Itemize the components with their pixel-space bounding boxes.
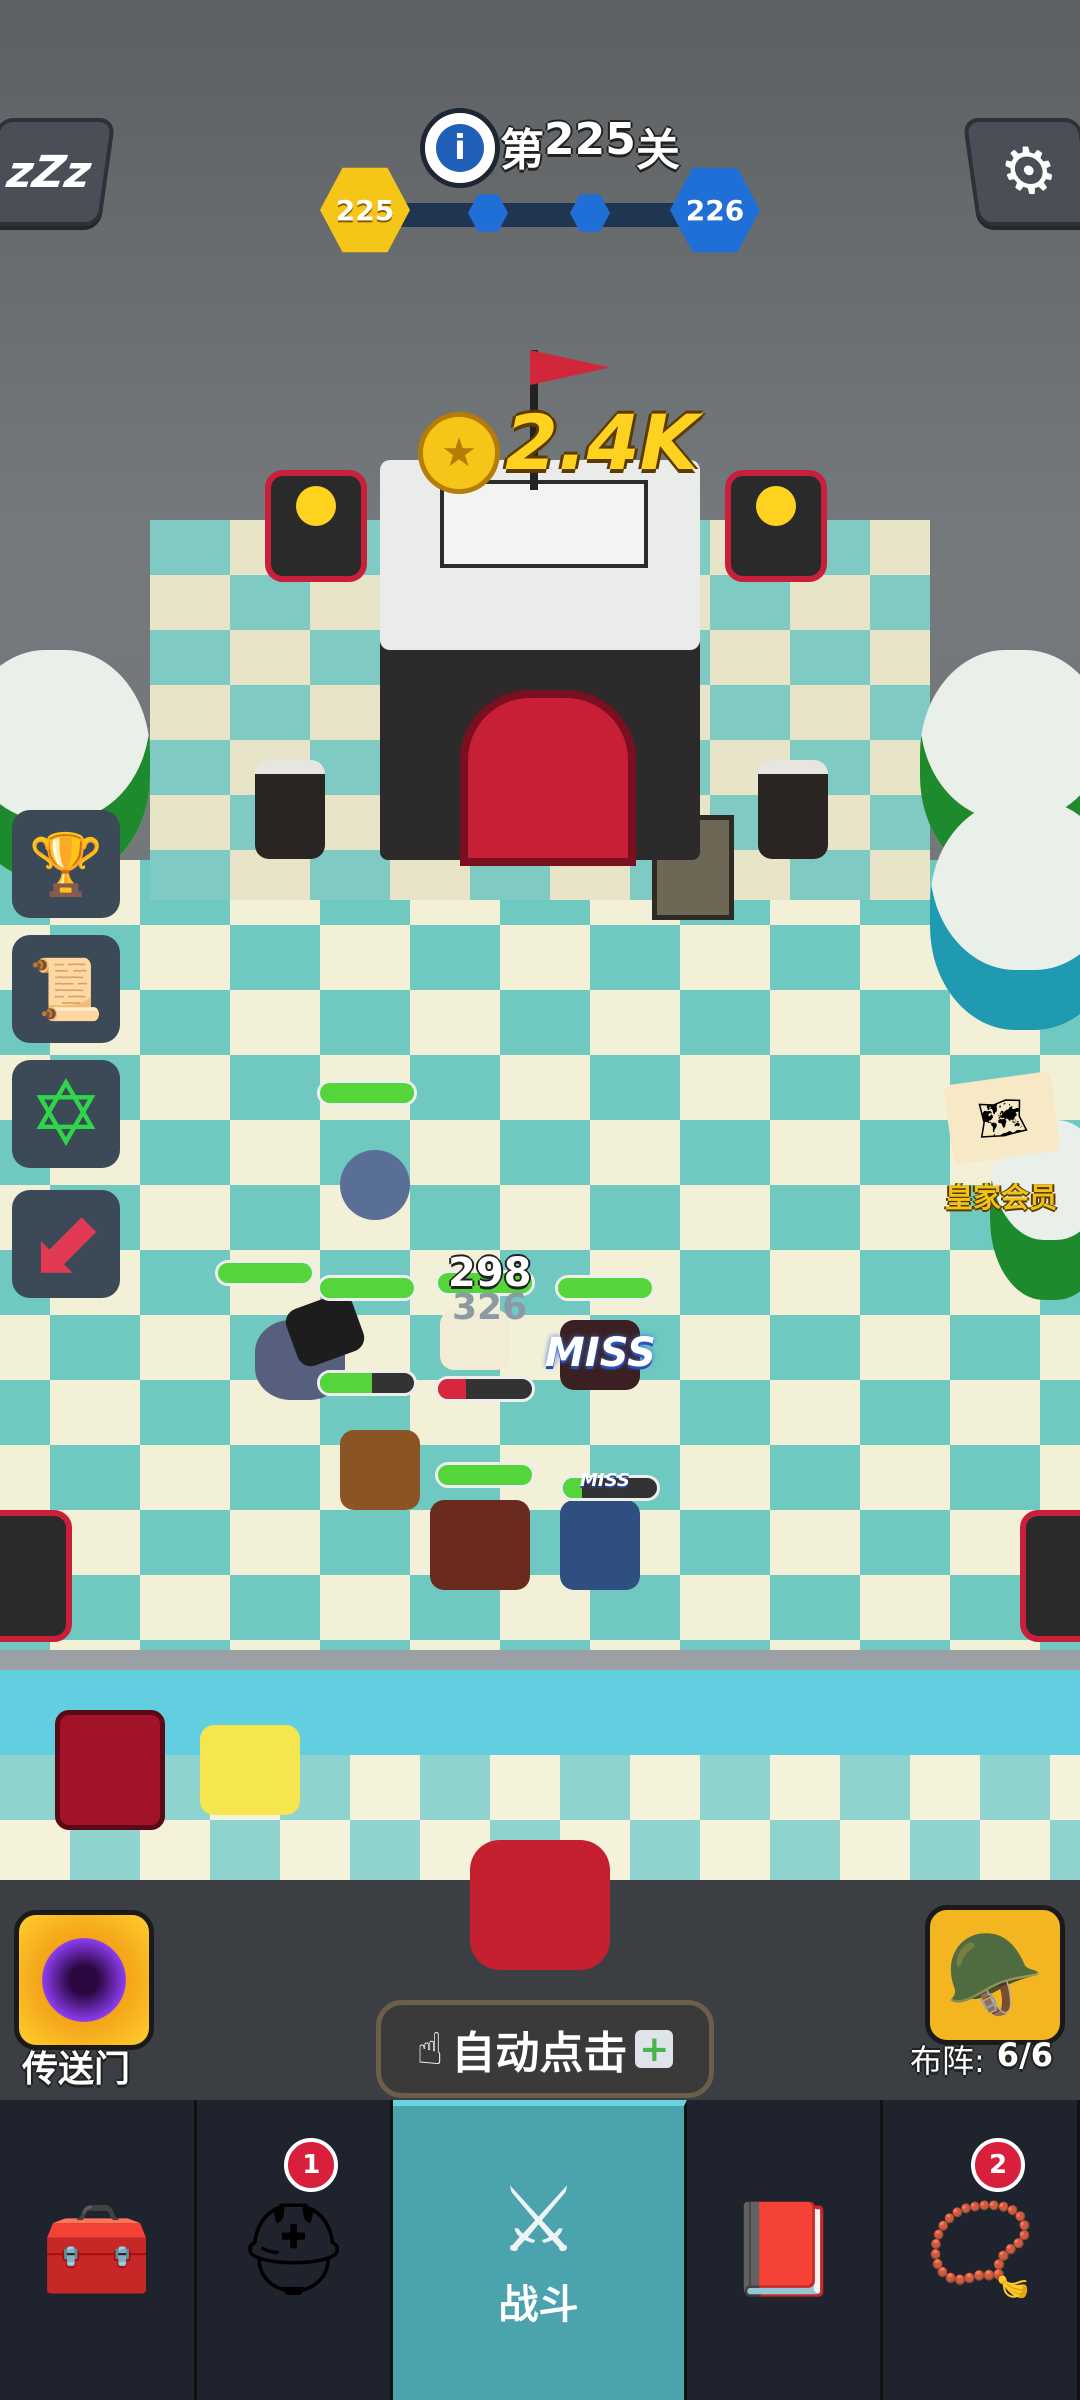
hp-bar: [317, 1275, 417, 1301]
tab-battle-label: 战斗: [498, 2282, 579, 2328]
hp-bar: [215, 1260, 315, 1286]
crossed-swords-icon: ⚔: [498, 2168, 579, 2273]
snow-tree-right-blue: [930, 800, 1080, 1030]
hero-knight: [560, 1500, 640, 1590]
tab-spellbook[interactable]: 📕: [687, 2100, 884, 2400]
damage-number: 326: [452, 1287, 528, 1328]
pointer-hand-icon: ☝: [416, 2023, 444, 2075]
star-talent-button[interactable]: ✡: [12, 1060, 120, 1168]
scroll-icon: 📜: [28, 954, 104, 1025]
podium-icon: 🏆: [28, 829, 104, 900]
reserve-hero-red: [55, 1710, 165, 1830]
level-title-number: 225: [544, 114, 636, 165]
heroes-badge: 1: [284, 2138, 339, 2192]
royal-member-button[interactable]: 🗺: [942, 1070, 1062, 1166]
portal-label: 传送门: [22, 2049, 131, 2090]
level-title-prefix: 第: [500, 125, 544, 176]
castle-flag: [530, 350, 610, 385]
tab-heroes[interactable]: ⛑ 1: [197, 2100, 394, 2400]
hp-bar: [435, 1376, 535, 1402]
miss-text-small: MISS: [580, 1470, 630, 1491]
brazier-far-left: [0, 1510, 72, 1642]
auto-click-button[interactable]: ☝ 自动点击 +: [376, 2000, 714, 2098]
zzz-icon: zZz: [3, 146, 95, 198]
arrow-event-button[interactable]: ⬋: [12, 1190, 120, 1298]
winged-helmet-icon: ⛑: [236, 2197, 351, 2302]
checkerboard: [0, 860, 1080, 1660]
hexagram-icon: ✡: [28, 1061, 104, 1167]
level-title: 第 225 关: [500, 114, 680, 178]
hero-archer: [340, 1430, 420, 1510]
level-title-suffix: 关: [635, 125, 680, 176]
arrow-icon: ⬋: [28, 1191, 104, 1297]
formation-label: 布阵:: [910, 2042, 985, 2080]
miss-text: MISS: [545, 1330, 656, 1376]
hp-bar: [435, 1462, 535, 1488]
settings-button[interactable]: ⚙: [962, 118, 1080, 226]
sleep-button[interactable]: zZz: [0, 118, 116, 226]
plus-icon: +: [635, 2029, 674, 2070]
castle-roof-top: [440, 480, 648, 568]
barrel-left: [255, 760, 325, 859]
hp-bar: [317, 1370, 417, 1396]
level-progress-track: [365, 203, 715, 227]
hp-bar: [555, 1275, 655, 1301]
brazier-far-right: [1020, 1510, 1080, 1642]
quest-scroll-button[interactable]: 📜: [12, 935, 120, 1043]
amulet-icon: 📿: [924, 2197, 1037, 2302]
formation-value: 6/6: [996, 2036, 1054, 2074]
battle-scene: ★ 2.4K 298 326 MISS MISS: [0, 0, 1080, 2100]
reserve-hero-yellow: [200, 1725, 300, 1815]
level-info-button[interactable]: i: [420, 108, 500, 188]
equipment-badge: 2: [971, 2138, 1026, 2192]
enemy-wolf: [340, 1150, 410, 1220]
brazier-left: [265, 470, 367, 582]
coin-icon: ★: [418, 412, 500, 494]
royal-member-label: 皇家会员: [945, 1181, 1058, 1214]
player-red-hero: [470, 1840, 610, 1970]
tab-battle[interactable]: ⚔ 战斗: [393, 2100, 687, 2400]
hero-druid: [430, 1500, 530, 1590]
tab-equipment[interactable]: 📿 2: [883, 2100, 1080, 2400]
hp-bar: [317, 1080, 417, 1106]
viking-hero-icon: 🪖: [945, 1928, 1045, 2021]
coin-reward-amount: 2.4K: [505, 398, 699, 487]
info-icon: i: [436, 124, 484, 172]
treasure-chest-icon: 🧰: [40, 2197, 153, 2302]
barrel-right: [758, 760, 828, 859]
spellbook-icon: 📕: [727, 2197, 840, 2302]
formation-status: 布阵: 6/6: [910, 2036, 1053, 2082]
portal-button[interactable]: [14, 1910, 154, 2050]
leaderboard-button[interactable]: 🏆: [12, 810, 120, 918]
formation-button[interactable]: 🪖: [925, 1905, 1065, 2045]
bottom-nav: 🧰 ⛑ 1 ⚔ 战斗 📕 📿 2: [0, 2100, 1080, 2400]
map-icon: 🗺: [973, 1092, 1031, 1145]
gear-icon: ⚙: [995, 135, 1063, 209]
brazier-right: [725, 470, 827, 582]
castle-door: [460, 690, 636, 866]
auto-click-label: 自动点击: [451, 2028, 628, 2079]
tab-treasure[interactable]: 🧰: [0, 2100, 197, 2400]
